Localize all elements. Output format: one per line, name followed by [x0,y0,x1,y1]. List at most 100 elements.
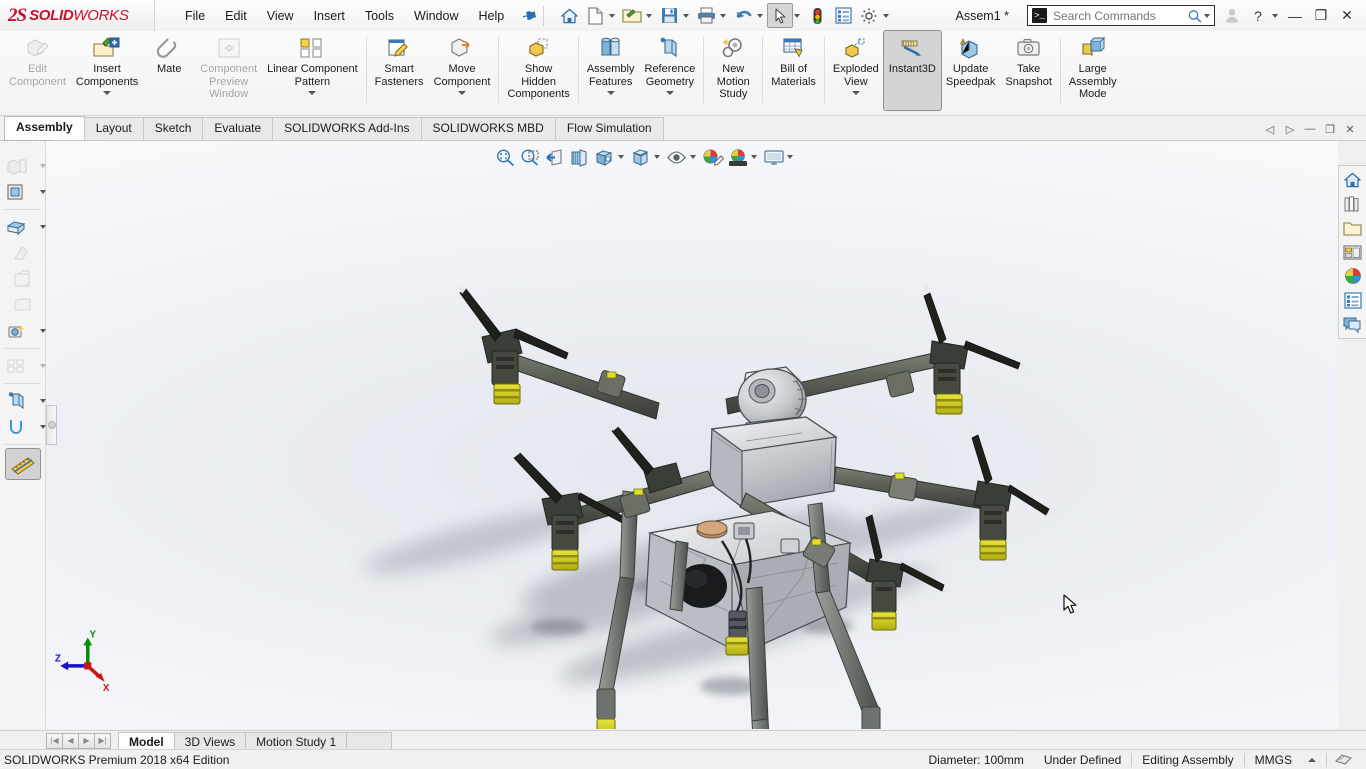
display-style-caret[interactable] [654,155,660,159]
curves-item[interactable] [0,414,50,440]
pushpin-icon[interactable] [519,5,540,26]
view-settings-icon[interactable] [761,145,786,170]
doc-restore-button[interactable]: ❐ [1320,119,1340,139]
measure-icon[interactable] [6,449,40,479]
display-delete-relations-icon[interactable] [0,179,39,205]
edit-appearance-icon[interactable] [700,145,725,170]
linear-pattern-side-item[interactable] [0,353,50,379]
extruded-boss-item[interactable] [0,214,50,240]
panel-splitter-handle[interactable] [46,405,57,445]
previous-view-icon[interactable] [542,145,567,170]
home-icon[interactable] [556,3,582,28]
user-account-icon[interactable] [1219,3,1245,29]
display-style-icon[interactable] [628,145,653,170]
apply-scene-icon[interactable] [725,145,750,170]
instant3d-side-item[interactable] [0,318,50,344]
appearances-scenes-icon[interactable] [1341,264,1365,288]
doc-previous-button[interactable]: ◁ [1260,119,1280,139]
menu-help[interactable]: Help [469,5,515,27]
design-library-icon[interactable] [1341,192,1365,216]
linear-component-pattern-dropdown-caret[interactable] [308,91,316,95]
undo-dropdown-caret[interactable] [757,14,763,18]
menu-window[interactable]: Window [404,5,468,27]
view-orientation-icon[interactable] [592,145,617,170]
solidworks-resources-home-icon[interactable] [1341,168,1365,192]
revolved-boss-icon[interactable] [1,240,45,266]
hide-show-items-icon[interactable] [664,145,689,170]
menu-file[interactable]: File [175,5,215,27]
tab-solidworks-mbd[interactable]: SOLIDWORKS MBD [421,117,556,140]
solidworks-forum-icon[interactable] [1341,312,1365,336]
open-file-icon[interactable] [619,3,645,28]
select-dropdown-caret[interactable] [794,14,800,18]
tab-sketch[interactable]: Sketch [143,117,204,140]
units-selector[interactable]: MMGS [1245,753,1302,767]
graphics-viewport[interactable]: Z Y X [46,141,1338,729]
exploded-view-dropdown-caret[interactable] [852,91,860,95]
tab-layout[interactable]: Layout [84,117,144,140]
move-component-dropdown-caret[interactable] [458,91,466,95]
bill-of-materials-button[interactable]: Bill of Materials [766,31,821,88]
move-component-button[interactable]: Move Component [429,31,496,95]
menu-edit[interactable]: Edit [215,5,257,27]
hexacopter-drone-model[interactable] [46,141,1338,729]
show-hidden-components-button[interactable]: Show Hidden Components [502,31,574,101]
linear-sketch-pattern-icon[interactable] [0,153,39,179]
print-dropdown-caret[interactable] [720,14,726,18]
previous-tab-button[interactable]: ◀ [62,733,79,749]
doc-next-button[interactable]: ▷ [1280,119,1300,139]
menu-tools[interactable]: Tools [355,5,404,27]
linear-component-pattern-button[interactable]: Linear Component Pattern [262,31,363,95]
update-speedpak-button[interactable]: Update Speedpak [941,31,1001,88]
bottom-tab-model[interactable]: Model [118,732,175,750]
restore-button[interactable]: ❐ [1308,3,1334,29]
menu-view[interactable]: View [257,5,304,27]
solidworks-logo[interactable]: 2SSOLIDWORKS [0,0,155,31]
edit-component-button[interactable]: Edit Component [4,31,71,88]
help-button[interactable]: ? [1245,3,1271,29]
exploded-view-button[interactable]: Exploded View [828,31,884,95]
file-explorer-icon[interactable] [1341,216,1365,240]
mate-button[interactable]: Mate [143,31,195,76]
settings-gear-icon[interactable] [856,3,882,28]
menu-insert[interactable]: Insert [304,5,355,27]
zoom-to-fit-icon[interactable] [492,145,517,170]
large-assembly-mode-button[interactable]: Large Assembly Mode [1064,31,1122,101]
tab-assembly[interactable]: Assembly [4,116,85,140]
close-button[interactable]: ✕ [1334,3,1360,29]
options-list-icon[interactable] [830,3,856,28]
hide-show-items-caret[interactable] [690,155,696,159]
search-input[interactable] [1051,8,1187,24]
curves-icon[interactable] [0,414,39,440]
reference-geometry-side-icon[interactable] [0,388,39,414]
view-orientation-caret[interactable] [618,155,624,159]
settings-dropdown-caret[interactable] [883,14,889,18]
overlay-icon[interactable] [1327,753,1360,767]
open-file-dropdown-caret[interactable] [646,14,652,18]
print-icon[interactable] [693,3,719,28]
extruded-boss-icon[interactable] [0,214,39,240]
extruded-cut-icon[interactable] [1,266,45,292]
next-tab-button[interactable]: ▶ [78,733,95,749]
insert-components-dropdown-caret[interactable] [103,91,111,95]
new-document-dropdown-caret[interactable] [609,14,615,18]
custom-properties-icon[interactable] [1341,288,1365,312]
reference-geometry-dropdown-caret[interactable] [666,91,674,95]
view-settings-caret[interactable] [787,155,793,159]
doc-minimize-button[interactable]: — [1300,119,1320,139]
linear-pattern-side-icon[interactable] [0,353,39,379]
insert-components-button[interactable]: Insert Components [71,31,143,95]
save-dropdown-caret[interactable] [683,14,689,18]
smart-fasteners-button[interactable]: Smart Fasteners [370,31,429,88]
instant3d-button[interactable]: Instant3D [884,31,941,110]
zoom-to-area-icon[interactable] [517,145,542,170]
first-tab-button[interactable]: |◀ [46,733,63,749]
bottom-tab-motion-study-1[interactable]: Motion Study 1 [245,732,347,750]
minimize-button[interactable]: — [1282,3,1308,29]
take-snapshot-button[interactable]: Take Snapshot [1000,31,1056,88]
view-palette-icon[interactable] [1341,240,1365,264]
tab-solidworks-add-ins[interactable]: SOLIDWORKS Add-Ins [272,117,421,140]
last-tab-button[interactable]: ▶| [94,733,111,749]
undo-icon[interactable] [730,3,756,28]
rebuild-traffic-light-icon[interactable] [804,3,830,28]
